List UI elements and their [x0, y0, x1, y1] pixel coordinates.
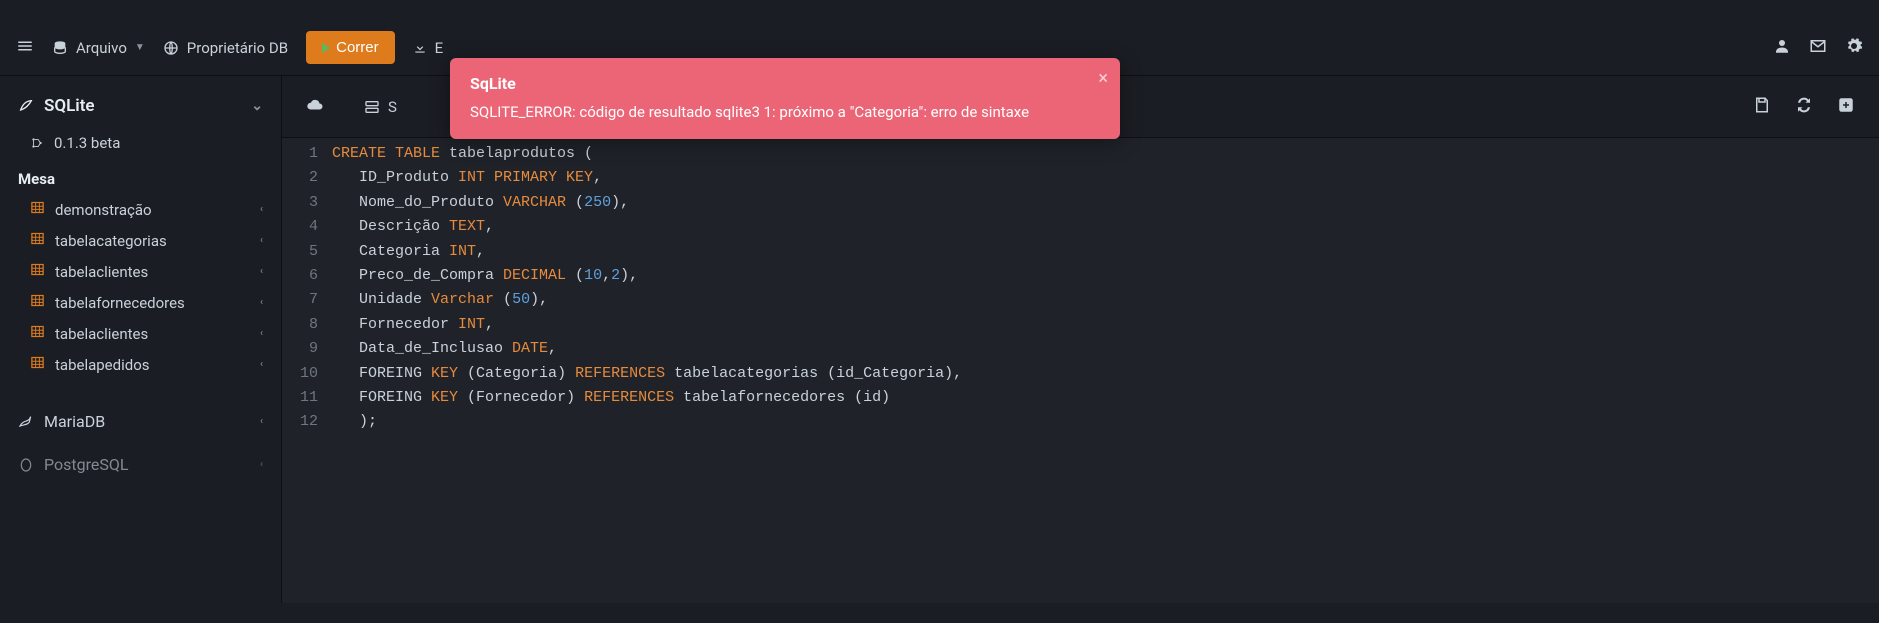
sidebar-table-item[interactable]: tabelapedidos ‹: [0, 349, 281, 380]
table-icon: [30, 355, 45, 374]
export-label: E: [435, 39, 444, 57]
main-layout: SQLite ⌄ 0.1.3 beta Mesa demonstração ‹ …: [0, 76, 1879, 603]
cloud-icon[interactable]: [306, 96, 324, 118]
table-name: tabelacategorias: [55, 232, 167, 250]
export-button[interactable]: E: [413, 39, 444, 57]
db-sqlite-label: SQLite: [44, 96, 95, 116]
owner-db-label: Proprietário DB: [187, 39, 288, 57]
archive-label: Arquivo: [76, 39, 127, 57]
sidebar-db-mariadb[interactable]: MariaDB ‹: [0, 400, 281, 443]
chevron-left-icon: ‹: [260, 328, 263, 339]
line-gutter: 123456789101112: [282, 142, 332, 603]
refresh-icon[interactable]: [1795, 96, 1813, 118]
version-label: 0.1.3 beta: [54, 134, 120, 152]
code-line[interactable]: Fornecedor INT,: [332, 313, 1879, 337]
toolbar-tab[interactable]: S: [364, 98, 397, 116]
gear-icon[interactable]: [1845, 37, 1863, 59]
mariadb-label: MariaDB: [44, 412, 105, 431]
code-editor[interactable]: 123456789101112 CREATE TABLE tabelaprodu…: [282, 138, 1879, 603]
chevron-left-icon: ‹: [260, 459, 263, 470]
chevron-down-icon: ⌄: [251, 98, 263, 114]
owner-db-link[interactable]: Proprietário DB: [163, 39, 288, 57]
code-line[interactable]: Nome_do_Produto VARCHAR (250),: [332, 191, 1879, 215]
chevron-left-icon: ‹: [260, 359, 263, 370]
toolbar-tab-label: S: [388, 98, 397, 116]
server-icon: [364, 99, 380, 115]
code-line[interactable]: Descrição TEXT,: [332, 215, 1879, 239]
run-label: Correr: [336, 39, 379, 56]
table-name: tabelaclientes: [55, 325, 148, 343]
toolbar-right: [1753, 96, 1855, 118]
add-icon[interactable]: [1837, 96, 1855, 118]
code-line[interactable]: Data_de_Inclusao DATE,: [332, 337, 1879, 361]
content-area: S 123456789101112 CREATE TABLE tabelapro…: [282, 76, 1879, 603]
sidebar-table-item[interactable]: tabelaclientes ‹: [0, 256, 281, 287]
caret-down-icon: ▼: [135, 42, 145, 53]
table-icon: [30, 262, 45, 281]
code-line[interactable]: FOREING KEY (Categoria) REFERENCES tabel…: [332, 362, 1879, 386]
error-toast: × SqLite SQLITE_ERROR: código de resulta…: [450, 58, 1120, 139]
tree-icon: [30, 136, 44, 150]
table-icon: [30, 200, 45, 219]
toast-title: SqLite: [470, 74, 1080, 93]
sidebar-table-item[interactable]: tabelafornecedores ‹: [0, 287, 281, 318]
sidebar-db-postgres[interactable]: PostgreSQL ‹: [0, 443, 281, 486]
nav-right: [1773, 37, 1863, 59]
save-icon[interactable]: [1753, 96, 1771, 118]
play-icon: [322, 43, 330, 53]
menu-icon[interactable]: [16, 37, 34, 59]
chevron-left-icon: ‹: [260, 416, 263, 427]
postgres-label: PostgreSQL: [44, 455, 128, 474]
code-line[interactable]: ID_Produto INT PRIMARY KEY,: [332, 166, 1879, 190]
chevron-left-icon: ‹: [260, 204, 263, 215]
table-icon: [30, 231, 45, 250]
sidebar-table-item[interactable]: demonstração ‹: [0, 194, 281, 225]
mail-icon[interactable]: [1809, 37, 1827, 59]
postgres-icon: [18, 457, 34, 473]
sidebar-table-item[interactable]: tabelaclientes ‹: [0, 318, 281, 349]
table-name: tabelaclientes: [55, 263, 148, 281]
sidebar-version[interactable]: 0.1.3 beta: [0, 126, 281, 160]
toast-close-icon[interactable]: ×: [1098, 68, 1108, 89]
table-name: tabelafornecedores: [55, 294, 185, 312]
sidebar-db-sqlite[interactable]: SQLite ⌄: [0, 86, 281, 126]
table-icon: [30, 293, 45, 312]
sidebar-section-mesa: Mesa: [0, 160, 281, 194]
toast-message: SQLITE_ERROR: código de resultado sqlite…: [470, 103, 1080, 121]
chevron-left-icon: ‹: [260, 266, 263, 277]
sidebar-table-item[interactable]: tabelacategorias ‹: [0, 225, 281, 256]
code-line[interactable]: FOREING KEY (Fornecedor) REFERENCES tabe…: [332, 386, 1879, 410]
code-line[interactable]: Unidade Varchar (50),: [332, 288, 1879, 312]
mariadb-icon: [18, 414, 34, 430]
code-line[interactable]: Categoria INT,: [332, 240, 1879, 264]
nav-left: Arquivo ▼ Proprietário DB Correr E: [16, 31, 443, 64]
toolbar-left: S: [306, 96, 397, 118]
code-line[interactable]: );: [332, 410, 1879, 434]
table-name: demonstração: [55, 201, 152, 219]
user-icon[interactable]: [1773, 37, 1791, 59]
table-icon: [30, 324, 45, 343]
chevron-left-icon: ‹: [260, 297, 263, 308]
sidebar: SQLite ⌄ 0.1.3 beta Mesa demonstração ‹ …: [0, 76, 282, 603]
archive-menu[interactable]: Arquivo ▼: [52, 39, 145, 57]
code-line[interactable]: Preco_de_Compra DECIMAL (10,2),: [332, 264, 1879, 288]
chevron-left-icon: ‹: [260, 235, 263, 246]
run-button[interactable]: Correr: [306, 31, 395, 64]
code-line[interactable]: CREATE TABLE tabelaprodutos (: [332, 142, 1879, 166]
code-body[interactable]: CREATE TABLE tabelaprodutos ( ID_Produto…: [332, 142, 1879, 603]
feather-icon: [18, 98, 34, 114]
table-name: tabelapedidos: [55, 356, 150, 374]
